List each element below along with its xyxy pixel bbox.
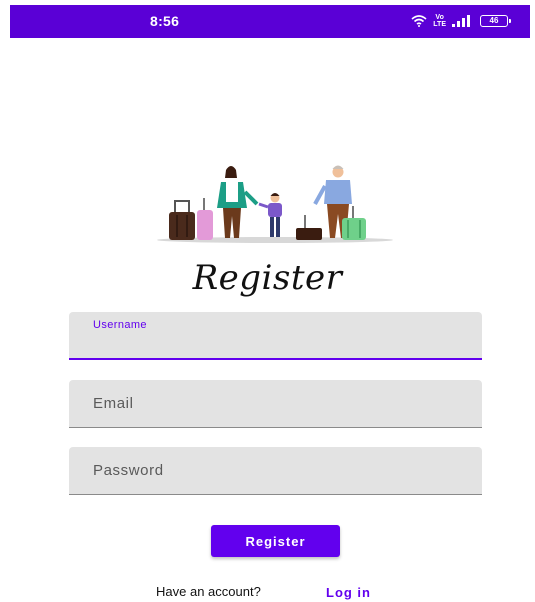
login-prompt: Have an account? Log in <box>0 584 535 602</box>
username-label: Username <box>93 319 147 331</box>
family-travel-illustration <box>157 165 393 243</box>
status-bar: 8:56 Vo LTE 46 <box>10 5 530 38</box>
password-placeholder: Password <box>93 462 164 479</box>
volte-top-label: Vo <box>435 14 444 21</box>
username-field[interactable]: Username <box>69 312 482 360</box>
login-link[interactable]: Log in <box>326 585 371 600</box>
volte-bottom-label: LTE <box>433 21 446 28</box>
signal-icon <box>452 15 470 27</box>
status-time: 8:56 <box>150 13 180 29</box>
have-account-text: Have an account? <box>156 584 261 599</box>
volte-indicator: Vo LTE <box>433 14 446 28</box>
password-field[interactable]: Password <box>69 447 482 495</box>
email-field[interactable]: Email <box>69 380 482 428</box>
status-icons: Vo LTE 46 <box>411 14 511 28</box>
page-title: Register <box>192 258 343 298</box>
wifi-icon <box>411 15 427 27</box>
battery-icon: 46 <box>480 15 511 27</box>
register-button[interactable]: Register <box>211 525 340 557</box>
email-placeholder: Email <box>93 395 134 412</box>
